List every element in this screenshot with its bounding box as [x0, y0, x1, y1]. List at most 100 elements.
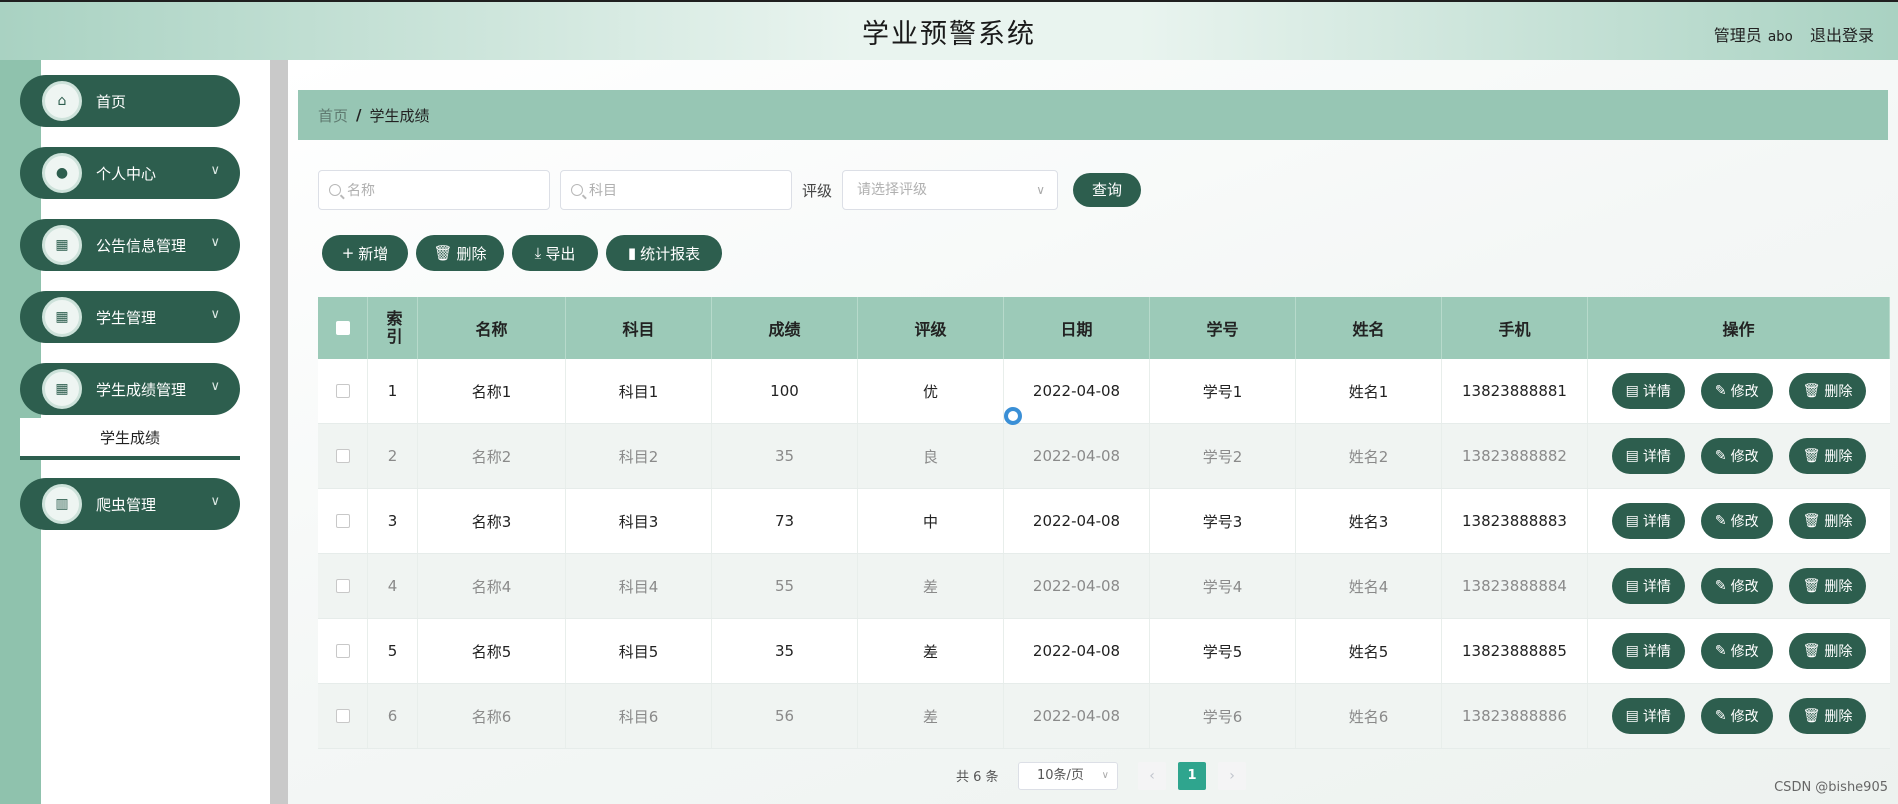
sidebar-item-crawler[interactable]: ▥ 爬虫管理 ∨ — [20, 478, 240, 530]
cell-date: 2022-04-08 — [1004, 359, 1150, 423]
edit-button[interactable]: ✎ 修改 — [1700, 438, 1773, 474]
cell-student-no: 学号4 — [1150, 554, 1296, 618]
report-button[interactable]: ▮ 统计报表 — [606, 235, 722, 271]
cell-index: 1 — [368, 359, 418, 423]
pencil-icon: ✎ — [1714, 448, 1727, 464]
grades-table: 索引 名称 科目 成绩 评级 日期 学号 姓名 手机 操作 1 名称1 科目1 100… — [318, 297, 1890, 749]
search-icon — [329, 184, 341, 196]
breadcrumb-current: 学生成绩 — [369, 106, 430, 125]
sidebar-scrollbar[interactable] — [270, 60, 288, 804]
cell-phone: 13823888883 — [1442, 489, 1588, 553]
cell-date: 2022-04-08 — [1004, 554, 1150, 618]
query-button[interactable]: 查询 — [1073, 173, 1141, 207]
page-button-1[interactable]: 1 — [1178, 762, 1206, 790]
edit-button[interactable]: ✎ 修改 — [1700, 503, 1773, 539]
row-delete-button[interactable]: 🗑 删除 — [1788, 503, 1867, 539]
cell-student-no: 学号1 — [1150, 359, 1296, 423]
cell-ops: ▤ 详情 ✎ 修改 🗑 删除 — [1588, 619, 1890, 683]
cell-ops: ▤ 详情 ✎ 修改 🗑 删除 — [1588, 684, 1890, 748]
cell-student-no: 学号3 — [1150, 489, 1296, 553]
edit-button[interactable]: ✎ 修改 — [1700, 373, 1773, 409]
select-all-checkbox[interactable] — [335, 321, 350, 335]
row-delete-button[interactable]: 🗑 删除 — [1788, 438, 1867, 474]
detail-label: 详情 — [1642, 579, 1671, 595]
detail-button[interactable]: ▤ 详情 — [1611, 503, 1685, 539]
name-search-input[interactable]: 名称 — [318, 170, 550, 210]
next-page-button[interactable]: › — [1218, 762, 1246, 790]
breadcrumb-home[interactable]: 首页 — [318, 105, 348, 126]
cell-ops: ▤ 详情 ✎ 修改 🗑 删除 — [1588, 424, 1890, 488]
cell-rating: 差 — [858, 619, 1004, 683]
sidebar-item-profile[interactable]: ● 个人中心 ∨ — [20, 147, 240, 199]
delete-label: 删除 — [1824, 644, 1853, 660]
rating-select[interactable]: 请选择评级 ∨ — [842, 170, 1058, 210]
logout-button[interactable]: 退出登录 — [1810, 22, 1874, 46]
header-date[interactable]: 日期 — [1004, 297, 1150, 359]
cell-rating: 优 — [858, 359, 1004, 423]
export-button[interactable]: ⤓ 导出 — [512, 235, 598, 271]
row-checkbox[interactable] — [335, 449, 350, 463]
edit-label: 修改 — [1730, 579, 1759, 595]
table-body: 1 名称1 科目1 100 优 2022-04-08 学号1 姓名1 13823888881 ▤ 详… — [318, 359, 1890, 749]
detail-button[interactable]: ▤ 详情 — [1611, 568, 1685, 604]
header-name[interactable]: 名称 — [418, 297, 566, 359]
cell-subject: 科目4 — [566, 554, 712, 618]
delete-label: 删除 — [1824, 514, 1853, 530]
row-delete-button[interactable]: 🗑 删除 — [1788, 373, 1867, 409]
row-select-cell — [318, 424, 368, 488]
pencil-icon: ✎ — [1714, 708, 1727, 724]
delete-button[interactable]: 🗑 删除 — [416, 235, 504, 271]
row-select-cell — [318, 619, 368, 683]
sidebar-item-home[interactable]: ⌂ 首页 — [20, 75, 240, 127]
row-checkbox[interactable] — [335, 514, 350, 528]
grid-icon: ▦ — [42, 225, 82, 265]
edit-button[interactable]: ✎ 修改 — [1700, 633, 1773, 669]
trash-icon: 🗑 — [1802, 513, 1821, 529]
header-subject[interactable]: 科目 — [566, 297, 712, 359]
document-icon: ▤ — [1625, 513, 1639, 529]
row-checkbox[interactable] — [335, 644, 350, 658]
edit-button[interactable]: ✎ 修改 — [1700, 698, 1773, 734]
sidebar-item-students[interactable]: ▦ 学生管理 ∨ — [20, 291, 240, 343]
header-student-name[interactable]: 姓名 — [1296, 297, 1442, 359]
user-info: 管理员 abo — [1714, 22, 1793, 46]
prev-page-button[interactable]: ‹ — [1138, 762, 1166, 790]
sidebar-subitem-student-grades[interactable]: 学生成绩 — [20, 418, 240, 460]
sidebar-item-label: 学生成绩管理 — [96, 380, 187, 399]
page-size-select[interactable]: 10条/页 ∨ — [1018, 762, 1118, 790]
detail-button[interactable]: ▤ 详情 — [1611, 373, 1685, 409]
breadcrumb-separator: / — [356, 106, 362, 124]
detail-button[interactable]: ▤ 详情 — [1611, 633, 1685, 669]
add-button[interactable]: + 新增 — [322, 235, 408, 271]
select-all-cell — [318, 297, 368, 359]
subject-search-input[interactable]: 科目 — [560, 170, 792, 210]
detail-button[interactable]: ▤ 详情 — [1611, 438, 1685, 474]
home-icon: ⌂ — [42, 81, 82, 121]
cell-score: 55 — [712, 554, 858, 618]
row-delete-button[interactable]: 🗑 删除 — [1788, 633, 1867, 669]
header-phone[interactable]: 手机 — [1442, 297, 1588, 359]
row-checkbox[interactable] — [335, 384, 350, 398]
row-checkbox[interactable] — [335, 579, 350, 593]
header-student-no[interactable]: 学号 — [1150, 297, 1296, 359]
edit-button[interactable]: ✎ 修改 — [1700, 568, 1773, 604]
row-delete-button[interactable]: 🗑 删除 — [1788, 698, 1867, 734]
cell-subject: 科目2 — [566, 424, 712, 488]
edit-label: 修改 — [1730, 709, 1759, 725]
delete-label: 删除 — [1824, 579, 1853, 595]
row-delete-button[interactable]: 🗑 删除 — [1788, 568, 1867, 604]
username: abo — [1767, 29, 1793, 45]
sidebar-item-notices[interactable]: ▦ 公告信息管理 ∨ — [20, 219, 240, 271]
header-rating[interactable]: 评级 — [858, 297, 1004, 359]
row-checkbox[interactable] — [335, 709, 350, 723]
cell-name: 名称1 — [418, 359, 566, 423]
document-icon: ▤ — [1625, 708, 1639, 724]
detail-label: 详情 — [1642, 449, 1671, 465]
sidebar-item-grades[interactable]: ▦ 学生成绩管理 ∨ — [20, 363, 240, 415]
cell-phone: 13823888886 — [1442, 684, 1588, 748]
cell-subject: 科目1 — [566, 359, 712, 423]
breadcrumb: 首页 / 学生成绩 — [298, 90, 1888, 140]
header-score[interactable]: 成绩 — [712, 297, 858, 359]
detail-button[interactable]: ▤ 详情 — [1611, 698, 1685, 734]
rating-placeholder: 请选择评级 — [857, 182, 927, 198]
